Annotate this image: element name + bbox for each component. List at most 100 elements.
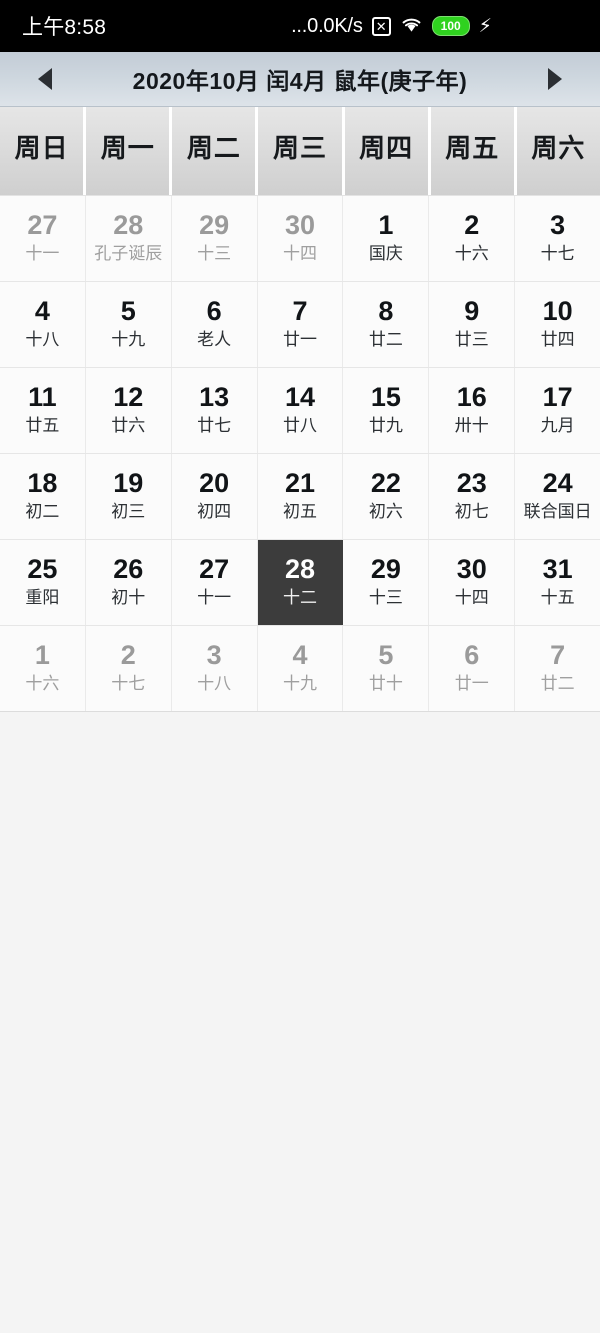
day-lunar-label: 初二: [25, 502, 60, 522]
day-lunar-label: 老人: [197, 330, 232, 350]
day-number: 10: [542, 295, 573, 326]
day-lunar-label: 重阳: [25, 588, 60, 608]
weekday-header-tuesday: 周二: [172, 107, 256, 195]
previous-month-arrow-icon[interactable]: [38, 68, 52, 90]
day-lunar-label: 廿三: [454, 330, 489, 350]
day-lunar-label: 廿五: [25, 416, 60, 436]
day-lunar-label: 卅十: [454, 416, 489, 436]
network-speed-text: ...0.0K/s: [291, 14, 363, 37]
day-lunar-label: 初十: [111, 588, 146, 608]
weekday-header-row: 周日 周一 周二 周三 周四 周五 周六: [0, 107, 600, 195]
calendar-day-cell[interactable]: 8 廿二: [343, 282, 430, 367]
calendar-week-row: 18 初二 19 初三 20 初四 21 初五 22 初六 23 初七 24 联合国日: [0, 454, 600, 540]
calendar-day-cell[interactable]: 25 重阳: [0, 540, 86, 625]
calendar-week-row: 4 十八 5 十九 6 老人 7 廿一 8 廿二 9 廿三 10 廿四: [0, 282, 600, 368]
calendar-day-cell[interactable]: 26 初十: [85, 540, 172, 625]
calendar-day-cell[interactable]: 6 老人: [171, 282, 258, 367]
day-lunar-label: 初三: [111, 502, 146, 522]
wifi-icon: [400, 15, 423, 38]
day-lunar-label: 十六: [454, 244, 489, 264]
calendar-day-cell[interactable]: 30 十四: [257, 196, 344, 281]
day-lunar-label: 初七: [454, 502, 489, 522]
day-number: 3: [206, 639, 222, 670]
day-number: 22: [370, 467, 401, 498]
calendar-day-cell[interactable]: 9 廿三: [429, 282, 516, 367]
day-number: 19: [113, 467, 144, 498]
day-lunar-label: 国庆: [368, 244, 403, 264]
calendar-day-cell[interactable]: 29 十三: [343, 540, 430, 625]
calendar-day-cell[interactable]: 1 十六: [0, 626, 86, 711]
day-number: 4: [292, 639, 308, 670]
calendar-day-cell[interactable]: 12 廿六: [85, 368, 172, 453]
day-lunar-label: 初六: [368, 502, 403, 522]
weekday-label: 周四: [359, 133, 414, 163]
day-number: 28: [284, 553, 316, 584]
calendar-day-cell[interactable]: 18 初二: [0, 454, 86, 539]
calendar-day-cell[interactable]: 13 廿七: [171, 368, 258, 453]
calendar-day-cell[interactable]: 10 廿四: [515, 282, 600, 367]
day-lunar-label: 廿十: [368, 674, 403, 694]
calendar-day-cell[interactable]: 27 十一: [171, 540, 258, 625]
calendar-day-cell[interactable]: 28 孔子诞辰: [85, 196, 172, 281]
calendar-day-cell[interactable]: 7 廿一: [257, 282, 344, 367]
calendar-day-cell[interactable]: 6 廿一: [429, 626, 516, 711]
calendar-day-cell[interactable]: 14 廿八: [257, 368, 344, 453]
calendar-day-cell[interactable]: 23 初七: [429, 454, 516, 539]
calendar-day-cell[interactable]: 4 十八: [0, 282, 86, 367]
calendar-day-cell[interactable]: 4 十九: [257, 626, 344, 711]
calendar-day-cell[interactable]: 11 廿五: [0, 368, 86, 453]
calendar-app-screen: 上午8:58 ...0.0K/s ✕ 100 ⚡ 2020年10月 闰4月 鼠年…: [0, 0, 600, 1333]
weekday-header-thursday: 周四: [344, 107, 428, 195]
calendar-day-cell[interactable]: 21 初五: [257, 454, 344, 539]
calendar-day-cell[interactable]: 17 九月: [515, 368, 600, 453]
calendar-day-cell[interactable]: 20 初四: [171, 454, 258, 539]
calendar-week-row: 1 十六 2 十七 3 十八 4 十九 5 廿十 6 廿一 7 廿二: [0, 626, 600, 712]
weekday-header-monday: 周一: [86, 107, 170, 195]
calendar-day-cell[interactable]: 7 廿二: [515, 626, 600, 711]
calendar-day-cell[interactable]: 2 十六: [429, 196, 516, 281]
day-number: 21: [284, 467, 316, 498]
weekday-label: 周二: [186, 133, 241, 163]
day-lunar-label: 十九: [111, 330, 146, 350]
day-number: 20: [199, 467, 230, 498]
day-number: 2: [464, 209, 480, 240]
calendar-day-cell[interactable]: 31 十五: [515, 540, 600, 625]
weekday-header-wednesday: 周三: [258, 107, 342, 195]
day-lunar-label: 初五: [283, 502, 317, 522]
calendar-title: 2020年10月 闰4月 鼠年(庚子年): [132, 68, 468, 94]
day-lunar-label: 十三: [197, 244, 232, 264]
next-month-arrow-icon[interactable]: [547, 68, 562, 90]
calendar-day-cell[interactable]: 1 国庆: [343, 196, 430, 281]
calendar-day-cell-selected[interactable]: 28 十二: [257, 540, 344, 625]
calendar-day-cell[interactable]: 24 联合国日: [515, 454, 600, 539]
weekday-header-sunday: 周日: [0, 107, 84, 195]
day-lunar-label: 廿四: [540, 330, 575, 350]
calendar-day-cell[interactable]: 3 十七: [515, 196, 600, 281]
day-lunar-label: 廿一: [283, 330, 317, 350]
day-number: 25: [27, 553, 58, 584]
day-lunar-label: 十二: [283, 588, 317, 608]
day-number: 3: [550, 209, 566, 240]
day-number: 27: [199, 553, 230, 584]
calendar-day-cell[interactable]: 5 廿十: [343, 626, 430, 711]
calendar-day-cell[interactable]: 3 十八: [171, 626, 258, 711]
calendar-day-cell[interactable]: 2 十七: [85, 626, 172, 711]
calendar-day-cell[interactable]: 30 十四: [429, 540, 516, 625]
calendar-day-cell[interactable]: 27 十一: [0, 196, 86, 281]
calendar-day-cell[interactable]: 15 廿九: [343, 368, 430, 453]
day-lunar-label: 十一: [197, 588, 232, 608]
calendar-day-cell[interactable]: 5 十九: [85, 282, 172, 367]
calendar-day-cell[interactable]: 16 卅十: [429, 368, 516, 453]
calendar-day-cell[interactable]: 19 初三: [85, 454, 172, 539]
day-lunar-label: 十四: [283, 244, 317, 264]
calendar-day-cell[interactable]: 29 十三: [171, 196, 258, 281]
day-lunar-label: 廿九: [368, 416, 403, 436]
day-number: 4: [34, 295, 50, 326]
day-lunar-label: 初四: [197, 502, 232, 522]
calendar-day-cell[interactable]: 22 初六: [343, 454, 430, 539]
status-bar: 上午8:58 ...0.0K/s ✕ 100 ⚡: [0, 0, 600, 52]
battery-icon: 100: [431, 16, 470, 36]
day-number: 27: [27, 209, 58, 240]
day-number: 30: [284, 209, 316, 240]
day-lunar-label: 九月: [540, 416, 575, 436]
